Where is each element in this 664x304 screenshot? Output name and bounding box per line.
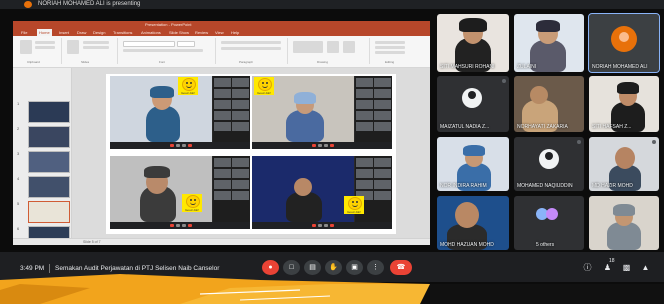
participant-tile[interactable]: NORHAYATI ZAKARIA: [514, 76, 584, 132]
participant-name: SITI HAFSAH Z...: [592, 124, 632, 130]
good-job-sticker: Good Job!: [178, 77, 198, 95]
participant-name: SITI MAHSURI ROHANI: [440, 64, 495, 70]
participant-name: NORIAH MOHAMED ALI: [592, 64, 648, 70]
participant-name: MOHAMED NAQIUDDIN: [517, 183, 573, 189]
participant-tile[interactable]: MOHAMED NAQIUDDIN: [514, 137, 584, 191]
participant-name: MOHD HAZUAN MOHD: [440, 242, 494, 248]
participant-tile-presenter[interactable]: NORIAH MOHAMED ALI: [588, 13, 660, 73]
participant-name: NOR INDIRA RAHIM: [440, 183, 487, 189]
meeting-screenshot: [252, 156, 392, 229]
ppt-tab-review: Review: [195, 30, 209, 35]
participant-tile[interactable]: MD HAZIR MOHD: [589, 137, 659, 191]
good-job-sticker: Good Job!: [254, 77, 274, 95]
participant-tile[interactable]: ZULAINI: [514, 14, 584, 72]
ribbon-group-clipboard: Clipboard: [17, 38, 62, 64]
ppt-tab-view: View: [215, 30, 224, 35]
slide-canvas: Good Job! Good Job! Good Job! Good Job!: [72, 68, 430, 238]
participant-tile[interactable]: MAIZATUL NADIA Z...: [437, 76, 509, 132]
participant-tile[interactable]: NOR INDIRA RAHIM: [437, 137, 509, 191]
powerpoint-tabs: File Home Insert Draw Design Transitions…: [13, 29, 430, 36]
participant-name: NORHAYATI ZAKARIA: [517, 124, 568, 130]
participant-tile[interactable]: MOHD HAZUAN MOHD: [437, 196, 509, 250]
ppt-tab-insert: Insert: [59, 30, 70, 35]
ribbon-group-font: Font: [119, 38, 216, 64]
others-avatar: [546, 208, 558, 220]
ribbon-group-slides: Slides: [63, 38, 118, 64]
mic-off-icon: [502, 79, 506, 83]
good-job-sticker: Good Job!: [182, 194, 202, 212]
ribbon-group-editing: Editing: [371, 38, 426, 64]
participant-tile[interactable]: SITI HAFSAH Z...: [589, 76, 659, 132]
powerpoint-ribbon: Clipboard Slides Font Paragraph Drawing: [13, 36, 430, 68]
ppt-tab-slideshow: Slide Show: [169, 30, 190, 35]
ppt-tab-help: Help: [231, 30, 240, 35]
decorative-banner-graphic: [0, 274, 664, 304]
shared-screen: Presentation - PowerPoint File Home Inse…: [13, 21, 430, 245]
participant-tile[interactable]: SITI MAHSURI ROHANI: [437, 14, 509, 72]
others-count: 5 others: [536, 242, 555, 248]
ribbon-group-drawing: Drawing: [289, 38, 370, 64]
participant-count-badge: 18: [609, 258, 615, 264]
presenter-avatar: [24, 1, 32, 8]
ppt-tab-transitions: Transitions: [113, 30, 133, 35]
ppt-tab-home: Home: [37, 29, 52, 36]
powerpoint-status-bar: Slide 5 of 7: [13, 238, 430, 245]
self-view-tile[interactable]: [589, 196, 659, 250]
presenting-banner: NORIAH MOHAMED ALI is presenting: [0, 0, 664, 9]
meeting-screenshot: [110, 156, 250, 229]
participant-name: MAIZATUL NADIA Z...: [440, 124, 490, 130]
slide-thumbnail-pane: 1 2 3 4 5 6: [13, 68, 72, 245]
ppt-tab-draw: Draw: [77, 30, 87, 35]
others-tile[interactable]: 5 others: [514, 196, 584, 250]
current-slide: Good Job! Good Job! Good Job! Good Job!: [106, 74, 396, 234]
good-job-sticker: Good Job!: [344, 196, 364, 214]
ppt-tab-animations: Animations: [141, 30, 161, 35]
slide-thumbnail-selected: [28, 201, 70, 223]
status-text: Slide 5 of 7: [83, 240, 101, 244]
slide-thumbnail: [28, 101, 70, 123]
presenting-label: NORIAH MOHAMED ALI is presenting: [38, 1, 141, 7]
powerpoint-window-title: Presentation - PowerPoint: [145, 22, 192, 27]
mic-off-icon: [577, 140, 581, 144]
slide-thumbnail: [28, 176, 70, 198]
powerpoint-title-bar: Presentation - PowerPoint: [13, 21, 430, 29]
participant-name: ZULAINI: [517, 64, 537, 70]
slide-thumbnail: [28, 151, 70, 173]
ppt-tab-file: File: [21, 30, 28, 35]
participant-name: MD HAZIR MOHD: [592, 183, 633, 189]
ppt-tab-design: Design: [93, 30, 106, 35]
slide-thumbnail: [28, 126, 70, 148]
ribbon-group-paragraph: Paragraph: [217, 38, 288, 64]
mic-off-icon: [652, 140, 656, 144]
